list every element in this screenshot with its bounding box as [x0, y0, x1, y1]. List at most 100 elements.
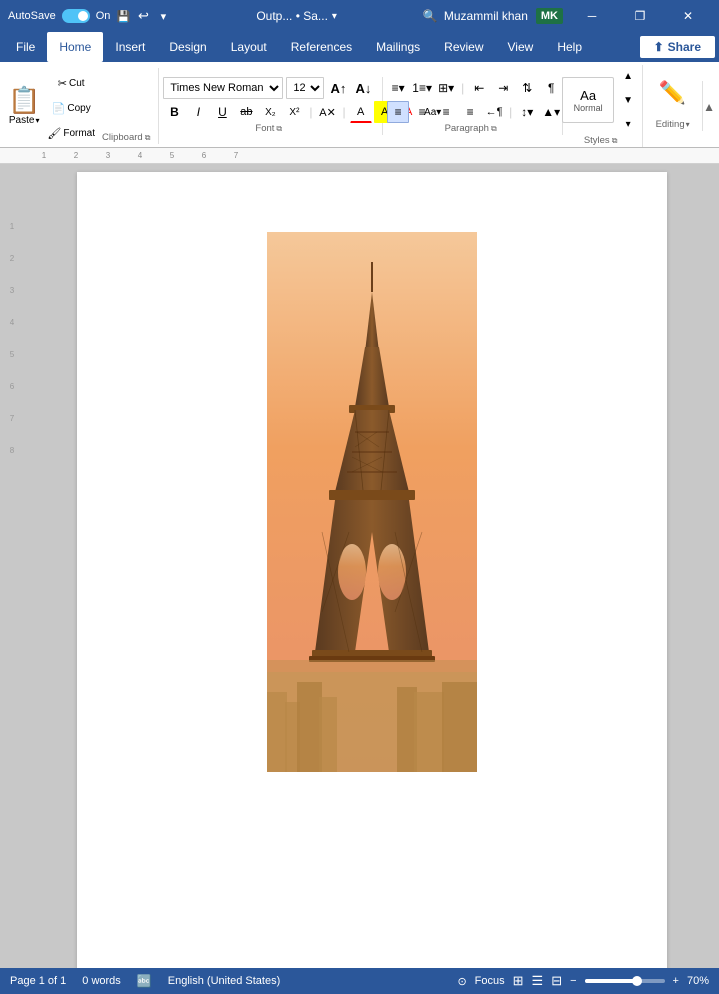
user-name: Muzammil khan [444, 9, 528, 23]
left-ruler: 1 2 3 4 5 6 7 8 [0, 164, 24, 986]
font-expand-icon[interactable]: ⧉ [276, 124, 282, 134]
close-button[interactable]: ✕ [665, 0, 711, 32]
ltr-button[interactable]: ←¶ [483, 101, 505, 123]
menu-mailings[interactable]: Mailings [364, 32, 432, 62]
numbering-button[interactable]: 1≡▾ [411, 77, 433, 99]
subscript-button[interactable]: X₂ [259, 101, 281, 123]
bullets-button[interactable]: ≡▾ [387, 77, 409, 99]
editing-button[interactable]: ✏️ [659, 81, 686, 105]
title-dropdown-icon[interactable]: ▾ [332, 11, 337, 22]
paste-button[interactable]: 📋 Paste ▾ [8, 87, 40, 126]
menu-layout[interactable]: Layout [219, 32, 279, 62]
layout-view-2-icon[interactable]: ☰ [532, 973, 544, 989]
zoom-level: 70% [687, 975, 709, 987]
ribbon-main: 📋 Paste ▾ ✂ Cut 📄 Copy 🖌 Format Clipboar… [0, 62, 719, 147]
grow-font-button[interactable]: A↑ [327, 77, 349, 99]
sort-button[interactable]: ⇅ [516, 77, 538, 99]
font-name-select[interactable]: Times New Roman [163, 77, 283, 99]
menu-design[interactable]: Design [157, 32, 218, 62]
clipboard-label: Clipboard ⧉ [102, 130, 150, 144]
paragraph-expand-icon[interactable]: ⧉ [491, 124, 497, 134]
style-normal-button[interactable]: Aa Normal [562, 77, 614, 123]
shrink-font-button[interactable]: A↓ [352, 77, 374, 99]
superscript-button[interactable]: X² [283, 101, 305, 123]
editing-dropdown-icon[interactable]: ▾ [686, 120, 690, 129]
search-icon[interactable]: 🔍 [423, 9, 438, 23]
language: English (United States) [168, 975, 281, 987]
decrease-indent-button[interactable]: ⇤ [468, 77, 490, 99]
styles-expand-icon[interactable]: ⧉ [612, 136, 618, 146]
bold-button[interactable]: B [163, 101, 185, 123]
menu-help[interactable]: Help [545, 32, 594, 62]
clear-format-button[interactable]: A✕ [317, 101, 339, 123]
focus-icon[interactable]: ⊙ [457, 975, 466, 988]
undo-icon[interactable]: ↩ [136, 9, 150, 23]
clipboard-expand-icon[interactable]: ⧉ [145, 133, 151, 143]
format-painter-button[interactable]: 🖌 Format [44, 122, 98, 144]
styles-label: Styles ⧉ [567, 135, 634, 147]
menu-insert[interactable]: Insert [103, 32, 157, 62]
text-color-button[interactable]: A [350, 101, 372, 123]
menu-references[interactable]: References [279, 32, 364, 62]
share-icon: ⬆ [654, 40, 664, 54]
user-badge: MK [536, 8, 563, 24]
menu-view[interactable]: View [496, 32, 546, 62]
underline-button[interactable]: U [211, 101, 233, 123]
zoom-out-button[interactable]: − [570, 975, 576, 987]
align-center-button[interactable]: ≡ [411, 101, 433, 123]
document-container: 1 2 3 4 5 6 7 8 [0, 164, 719, 986]
multilevel-list-button[interactable]: ⊞▾ [435, 77, 457, 99]
editing-group: ✏️ Editing ▾ [643, 81, 703, 131]
save-icon[interactable]: 💾 [116, 9, 130, 23]
styles-up-button[interactable]: ▲ [617, 65, 639, 87]
styles-down-button[interactable]: ▼ [617, 89, 639, 111]
autosave-label: AutoSave [8, 10, 56, 22]
paragraph-label: Paragraph ⧉ [387, 123, 554, 135]
styles-group: Aa Normal ▲ ▼ ▾ Styles ⧉ [563, 65, 643, 147]
document-page[interactable] [77, 172, 667, 978]
shading-button[interactable]: ▲▾ [540, 101, 562, 123]
italic-button[interactable]: I [187, 101, 209, 123]
focus-label: Focus [475, 975, 505, 987]
menubar: File Home Insert Design Layout Reference… [0, 32, 719, 62]
titlebar-right: 🔍 Muzammil khan MK ─ ❐ ✕ [423, 0, 711, 32]
layout-view-1-icon[interactable]: ⊞ [513, 973, 524, 989]
paragraph-group: ≡▾ 1≡▾ ⊞▾ | ⇤ ⇥ ⇅ ¶ ≡ ≡ ≡ ≡ ←¶ | ↕▾ [383, 77, 563, 135]
zoom-slider[interactable] [585, 979, 665, 983]
menu-file[interactable]: File [4, 32, 47, 62]
line-spacing-button[interactable]: ↕▾ [516, 101, 538, 123]
paste-dropdown-icon[interactable]: ▾ [35, 116, 39, 125]
share-button[interactable]: ⬆ Share [640, 36, 715, 58]
language-icon: 🔤 [137, 974, 152, 988]
ribbon: 📋 Paste ▾ ✂ Cut 📄 Copy 🖌 Format Clipboar… [0, 62, 719, 148]
document-image[interactable] [267, 232, 477, 772]
show-formatting-button[interactable]: ¶ [540, 77, 562, 99]
restore-button[interactable]: ❐ [617, 0, 663, 32]
clipboard-group: 📋 Paste ▾ ✂ Cut 📄 Copy 🖌 Format Clipboar… [4, 68, 159, 144]
cut-button[interactable]: ✂ Cut [44, 72, 98, 94]
styles-more-button[interactable]: ▾ [617, 113, 639, 135]
titlebar-left: AutoSave On 💾 ↩ ▾ [8, 9, 170, 23]
page-area [24, 164, 719, 986]
zoom-in-button[interactable]: + [673, 975, 679, 987]
strikethrough-button[interactable]: ab [235, 101, 257, 123]
ruler: 1 2 3 4 5 6 7 [0, 148, 719, 164]
collapse-ribbon-button[interactable]: ▲ [703, 98, 715, 114]
copy-button[interactable]: 📄 Copy [44, 97, 98, 119]
menu-home[interactable]: Home [47, 32, 103, 62]
page-info: Page 1 of 1 [10, 975, 66, 987]
font-group: Times New Roman 12 A↑ A↓ B I U ab X₂ X² … [159, 77, 383, 135]
font-size-select[interactable]: 12 [286, 77, 324, 99]
align-left-button[interactable]: ≡ [387, 101, 409, 123]
editing-pencil-icon: ✏️ [659, 80, 686, 105]
minimize-button[interactable]: ─ [569, 0, 615, 32]
menu-review[interactable]: Review [432, 32, 495, 62]
titlebar: AutoSave On 💾 ↩ ▾ Outp... • Sa... ▾ 🔍 Mu… [0, 0, 719, 32]
layout-view-3-icon[interactable]: ⊟ [551, 973, 562, 989]
titlebar-title: Outp... • Sa... ▾ [256, 9, 337, 23]
more-icon[interactable]: ▾ [156, 9, 170, 23]
autosave-toggle[interactable] [62, 9, 90, 23]
increase-indent-button[interactable]: ⇥ [492, 77, 514, 99]
justify-button[interactable]: ≡ [459, 101, 481, 123]
align-right-button[interactable]: ≡ [435, 101, 457, 123]
